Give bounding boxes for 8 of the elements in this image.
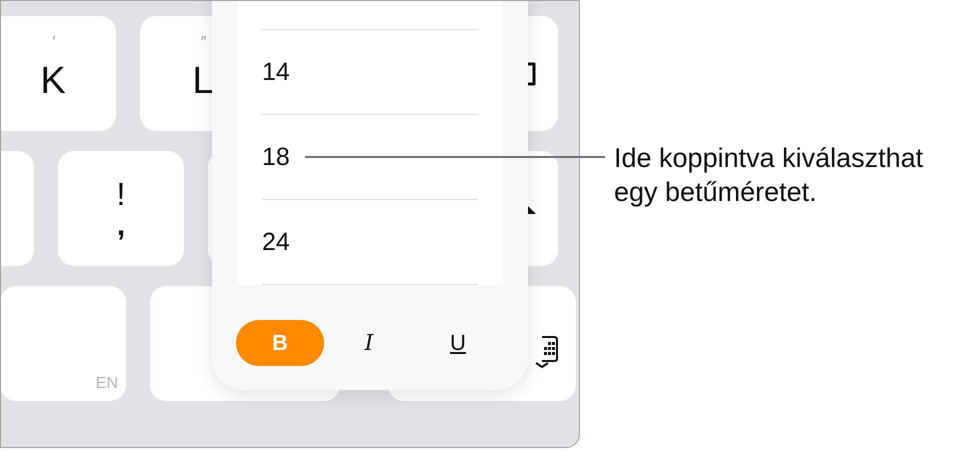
language-label: EN xyxy=(96,375,118,393)
key-label: , xyxy=(116,210,126,240)
key-hint: ' xyxy=(51,34,55,52)
key-label: K xyxy=(40,60,66,103)
key-label: L xyxy=(192,60,214,103)
key-label: ! xyxy=(116,176,126,210)
key-hint: ″ xyxy=(200,34,206,52)
callout-text: Ide koppintva kiválaszthat egy betűméretet. xyxy=(614,142,924,209)
